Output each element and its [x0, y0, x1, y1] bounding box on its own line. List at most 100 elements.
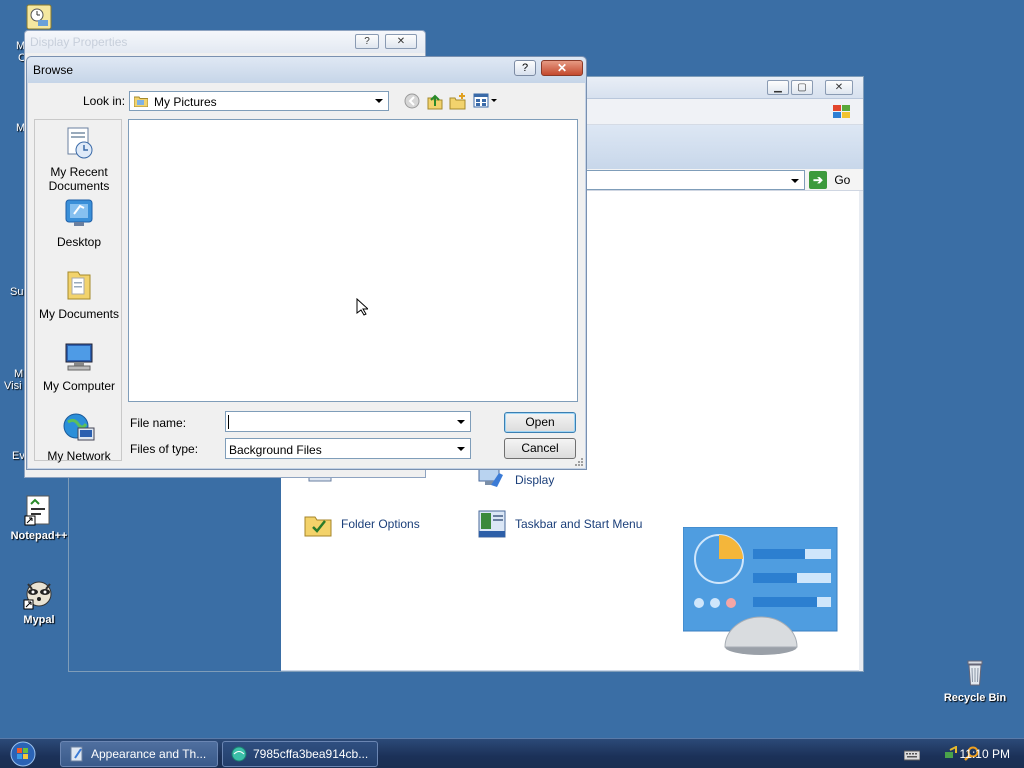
minimize-button[interactable]: ▁: [767, 80, 789, 95]
close-icon: ✕: [834, 82, 844, 93]
open-label: Open: [525, 415, 555, 429]
my-documents-icon: [67, 271, 91, 300]
go-arrow-icon: ➔: [809, 171, 827, 189]
open-button[interactable]: Open: [504, 412, 576, 433]
folder-options-icon: [304, 516, 332, 537]
desktop-icon-notepad-plus-plus[interactable]: Notepad++: [3, 494, 75, 542]
place-my-computer[interactable]: My Computer: [35, 340, 123, 393]
maximize-icon: ▢: [797, 82, 807, 93]
desktop-edge-fragment: M: [14, 368, 24, 380]
network-tray-icon[interactable]: [944, 746, 960, 762]
taskbar-button-document[interactable]: 7985cffa3bea914cb...: [222, 741, 378, 767]
place-label: My Computer: [42, 379, 116, 393]
views-menu-icon[interactable]: [473, 92, 499, 110]
help-icon: ?: [521, 62, 529, 74]
appearance-themes-illustration: [683, 527, 838, 655]
files-of-type-value: Background Files: [229, 443, 322, 457]
desktop-edge-fragment: Su: [10, 286, 24, 298]
display-properties-title: Display Properties: [30, 35, 128, 49]
desktop-edge-fragment: Visi: [4, 380, 22, 392]
my-computer-icon: [65, 343, 93, 371]
taskbar-button-appearance-themes[interactable]: Appearance and Th...: [60, 741, 218, 767]
mouse-cursor-icon: [356, 298, 368, 316]
taskbar: Appearance and Th... 7985cffa3bea914cb..…: [0, 738, 1024, 768]
close-button[interactable]: ✕: [385, 34, 417, 49]
cancel-button[interactable]: Cancel: [504, 438, 576, 459]
file-name-label: File name:: [130, 416, 187, 430]
control-panel-item-label: Taskbar and Start Menu: [515, 517, 643, 531]
up-folder-icon[interactable]: [426, 92, 444, 110]
notepad-plus-plus-icon: [23, 494, 55, 526]
place-label: My Documents: [38, 307, 120, 321]
control-panel-scrollbar[interactable]: [859, 191, 863, 671]
desktop-icon-mypal[interactable]: Mypal: [3, 578, 75, 626]
help-icon: ?: [364, 36, 370, 47]
help-button[interactable]: ?: [355, 34, 379, 49]
desktop-icon-label: Notepad++: [10, 530, 68, 542]
files-of-type-select[interactable]: Background Files: [225, 438, 471, 459]
close-button[interactable]: ✕: [541, 60, 583, 76]
taskbar-start-menu-icon: [478, 510, 506, 538]
new-folder-icon[interactable]: [449, 92, 467, 110]
control-panel-item-label: Display: [515, 473, 555, 487]
control-panel-item-taskbar-start-menu[interactable]: Taskbar and Start Menu: [477, 509, 642, 539]
desktop-program-icon[interactable]: [26, 4, 52, 30]
place-my-network[interactable]: My Network: [35, 410, 123, 463]
place-my-recent-documents[interactable]: My Recent Documents: [35, 126, 123, 193]
minimize-icon: ▁: [774, 82, 782, 93]
place-desktop[interactable]: Desktop: [35, 196, 123, 249]
chevron-down-icon: [375, 99, 383, 103]
place-my-documents[interactable]: My Documents: [35, 268, 123, 321]
resize-grip-icon[interactable]: [574, 457, 584, 467]
recycle-bin-icon: [959, 656, 991, 688]
keyboard-icon[interactable]: [904, 749, 920, 761]
help-button[interactable]: ?: [514, 60, 536, 76]
browse-dialog: Browse ? ✕ Look in: My Pictures My Recen…: [26, 56, 587, 470]
cancel-label: Cancel: [521, 441, 559, 455]
places-bar: My Recent Documents Desktop My Documents…: [34, 119, 123, 463]
browse-dialog-titlebar[interactable]: Browse ? ✕: [27, 57, 586, 83]
file-name-input[interactable]: [225, 411, 471, 432]
my-network-icon: [63, 413, 95, 441]
desktop-icon-recycle-bin[interactable]: Recycle Bin: [939, 656, 1011, 704]
go-button[interactable]: ➔ Go: [809, 171, 855, 189]
close-button[interactable]: ✕: [825, 80, 853, 95]
control-panel-item-label: Folder Options: [341, 517, 420, 531]
chevron-down-icon: [457, 420, 465, 424]
back-icon[interactable]: [403, 92, 421, 110]
chevron-down-icon: [791, 179, 799, 183]
windows-flag-icon: [833, 105, 850, 118]
place-label: My Recent Documents: [48, 165, 110, 193]
browser-icon: [231, 746, 247, 762]
my-pictures-folder-icon: [134, 96, 148, 107]
look-in-select[interactable]: My Pictures: [129, 91, 389, 111]
go-label: Go: [834, 173, 851, 187]
system-tray: 11:10 PM: [874, 739, 1024, 768]
clock-app-icon: [26, 4, 52, 30]
taskbar-button-label: 7985cffa3bea914cb...: [253, 747, 369, 761]
taskbar-button-label: Appearance and Th...: [91, 747, 207, 761]
look-in-value: My Pictures: [154, 95, 217, 109]
recent-documents-icon: [67, 127, 93, 159]
clock[interactable]: 11:10 PM: [960, 747, 1010, 761]
start-button-icon[interactable]: [8, 740, 38, 768]
close-icon: ✕: [396, 36, 406, 47]
desktop-icon-label: Recycle Bin: [943, 692, 1007, 704]
files-of-type-label: Files of type:: [130, 442, 199, 456]
mypal-raccoon-icon: [23, 578, 55, 610]
text-caret: [228, 415, 229, 429]
desktop-edge-fragment: Ev: [12, 450, 25, 462]
control-panel-item-folder-options[interactable]: Folder Options: [303, 509, 420, 539]
look-in-label: Look in:: [83, 94, 126, 108]
place-label: Desktop: [56, 235, 102, 249]
place-label: My Network: [47, 449, 111, 463]
browse-dialog-title: Browse: [33, 63, 74, 77]
desktop-icon: [65, 199, 93, 226]
desktop-icon-label: Mypal: [23, 614, 55, 626]
control-panel-icon: [70, 746, 83, 762]
chevron-down-icon: [457, 447, 465, 451]
close-icon: ✕: [556, 61, 568, 75]
display-properties-titlebar[interactable]: Display Properties ? ✕: [25, 31, 425, 53]
maximize-button[interactable]: ▢: [791, 80, 813, 95]
file-list[interactable]: [128, 119, 578, 402]
